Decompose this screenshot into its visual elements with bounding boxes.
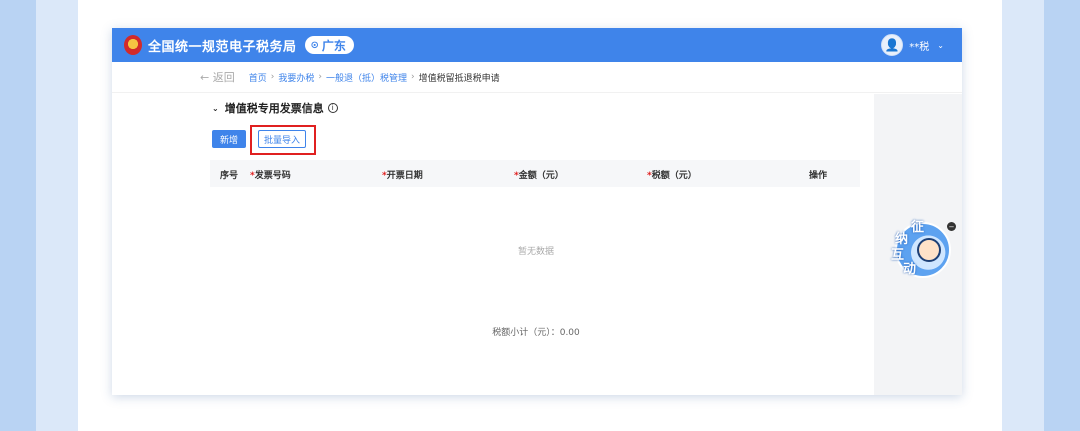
main-content: ⌄ 增值税专用发票信息 i 新增 批量导入 序号 *发票号码 *开票日期 *金额… [198,94,874,395]
assistant-mascot-button[interactable]: 征 纳 互 动 − [891,218,956,278]
chevron-down-icon: ⌄ [212,103,219,113]
region-selector[interactable]: ⊙ 广东 [304,36,354,54]
breadcrumb-separator: › [410,72,415,82]
decor-stripe-right [1044,0,1080,431]
section-header[interactable]: ⌄ 增值税专用发票信息 i [212,100,338,116]
location-pin-icon: ⊙ [310,39,319,51]
col-tax-amount: *税额（元） [647,171,697,181]
mascot-face-icon [917,238,941,262]
decor-stripe-left-inner [36,0,78,431]
left-gutter [112,94,198,395]
breadcrumb-separator: › [318,72,322,82]
decor-stripe-left [0,0,36,431]
col-amount: *金额（元） [514,171,564,181]
section-title: 增值税专用发票信息 [224,102,324,115]
avatar-icon: 👤 [881,34,904,56]
region-label: 广东 [321,38,346,53]
mascot-char: 动 [903,262,917,277]
user-menu[interactable]: 👤 **税 ⌄ [881,34,944,56]
site-title: 全国统一规范电子税务局 [148,39,297,55]
breadcrumb-refund-mgmt[interactable]: 一般退（抵）税管理 [326,71,407,84]
highlight-box [250,125,316,155]
col-actions: 操作 [809,171,828,181]
breadcrumb-current: 增值税留抵退税申请 [418,73,500,84]
chevron-down-icon: ⌄ [937,40,944,50]
close-icon[interactable]: − [947,222,956,231]
col-issue-date: *开票日期 [382,171,423,181]
breadcrumb-home[interactable]: 首页 [249,71,267,84]
back-button[interactable]: ← 返回 [200,69,235,85]
info-icon[interactable]: i [327,103,338,113]
browser-window: 全国统一规范电子税务局 ⊙ 广东 👤 **税 ⌄ ← 返回 首页 › 我要办税 … [112,28,962,395]
breadcrumb-separator: › [270,72,275,82]
empty-state-text: 暂无数据 [517,247,554,257]
mascot-char: 征 [911,220,925,235]
add-button[interactable]: 新增 [212,130,246,148]
table-header: 序号 *发票号码 *开票日期 *金额（元） *税额（元） 操作 [210,160,860,187]
breadcrumb: ← 返回 首页 › 我要办税 › 一般退（抵）税管理 › 增值税留抵退税申请 [112,62,962,93]
col-index: 序号 [220,171,239,181]
top-navbar: 全国统一规范电子税务局 ⊙ 广东 👤 **税 ⌄ [112,28,962,62]
user-name: **税 [909,41,930,53]
col-invoice-number: *发票号码 [250,171,291,181]
decor-stripe-right-inner [1002,0,1044,431]
tax-emblem-icon [124,35,142,55]
tax-subtotal: 税额小计（元）：0.00 [492,328,580,338]
breadcrumb-tax-tasks[interactable]: 我要办税 [278,71,314,84]
